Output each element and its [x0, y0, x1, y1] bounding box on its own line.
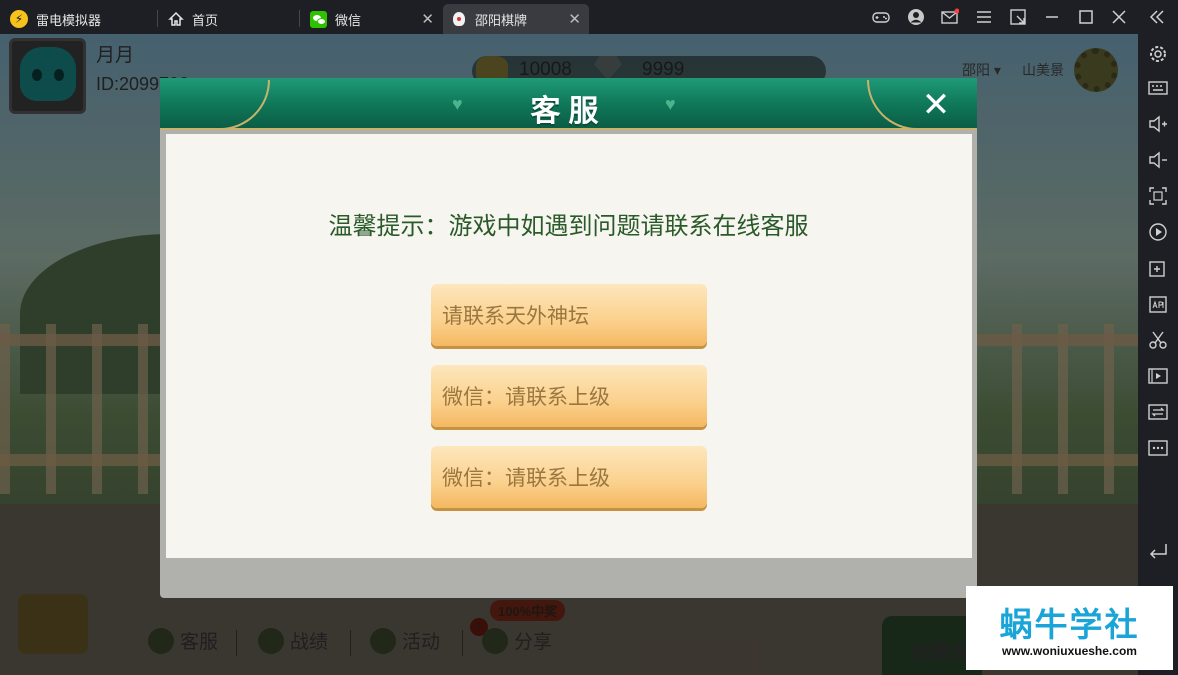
- tab-game-label: 邵阳棋牌: [475, 12, 528, 28]
- watermark-title: 蜗牛学社: [999, 606, 1140, 643]
- scissors-icon[interactable]: [1148, 330, 1168, 350]
- contact-forum-button[interactable]: 请联系天外神坛: [431, 284, 707, 346]
- app-name: 雷电模拟器: [36, 12, 102, 28]
- menu-icon[interactable]: [975, 8, 993, 26]
- volume-down-icon[interactable]: [1148, 150, 1168, 170]
- back-icon[interactable]: [1148, 540, 1168, 560]
- customer-service-dialog: ♥ ♥ 客服 ✕ 温馨提示：游戏中如遇到问题请联系在线客服 请联系天外神坛 微信…: [160, 78, 977, 598]
- add-app-icon[interactable]: [1148, 258, 1168, 278]
- user-icon[interactable]: [907, 8, 925, 26]
- watermark-url: www.woniuxueshe.com: [1002, 644, 1137, 658]
- mail-icon[interactable]: [941, 8, 959, 26]
- dialog-close-icon[interactable]: ✕: [912, 87, 960, 123]
- maximize-icon[interactable]: [1077, 8, 1095, 26]
- dialog-notice: 温馨提示：游戏中如遇到问题请联系在线客服: [328, 213, 809, 240]
- sync-icon[interactable]: [1148, 402, 1168, 422]
- tab-wechat-label: 微信: [335, 12, 362, 28]
- tab-game[interactable]: 邵阳棋牌 ✕: [443, 4, 589, 34]
- close-tab-icon[interactable]: ✕: [568, 10, 581, 28]
- minimize-to-tray-icon[interactable]: [1009, 8, 1027, 26]
- watermark: 蜗牛学社 www.woniuxueshe.com: [966, 586, 1173, 670]
- emulator-titlebar: ⚡ 雷电模拟器 首页 微信 ✕ 邵阳棋牌 ✕: [0, 0, 1178, 34]
- record-icon[interactable]: [1148, 222, 1168, 242]
- tab-home-label: 首页: [192, 12, 219, 28]
- wechat-icon: [310, 10, 327, 28]
- apk-install-icon[interactable]: [1148, 294, 1168, 314]
- contact-wechat-button[interactable]: 微信：请联系上级: [431, 446, 707, 508]
- close-icon[interactable]: [1110, 8, 1128, 26]
- close-tab-icon[interactable]: ✕: [421, 10, 434, 28]
- volume-up-icon[interactable]: [1148, 114, 1168, 134]
- home-icon: [168, 11, 184, 26]
- tab-home[interactable]: 首页: [158, 4, 298, 34]
- video-icon[interactable]: [1148, 366, 1168, 386]
- more-icon[interactable]: [1148, 438, 1168, 458]
- game-icon: [453, 12, 465, 26]
- settings-icon[interactable]: [1148, 44, 1168, 64]
- emulator-sidebar: [1138, 34, 1178, 675]
- minimize-icon[interactable]: [1043, 8, 1061, 26]
- collapse-sidebar-icon[interactable]: [1148, 8, 1166, 26]
- emulator-logo-icon: ⚡: [10, 10, 28, 28]
- tab-app-home[interactable]: ⚡ 雷电模拟器: [0, 4, 156, 34]
- screenshot-icon[interactable]: [1148, 186, 1168, 206]
- keyboard-icon[interactable]: [1148, 78, 1168, 98]
- dialog-header: ♥ ♥ 客服 ✕: [160, 78, 977, 130]
- contact-wechat-button[interactable]: 微信：请联系上级: [431, 365, 707, 427]
- tab-wechat[interactable]: 微信 ✕: [300, 4, 442, 34]
- gamepad-icon[interactable]: [872, 8, 890, 26]
- dialog-title: 客服: [530, 95, 607, 128]
